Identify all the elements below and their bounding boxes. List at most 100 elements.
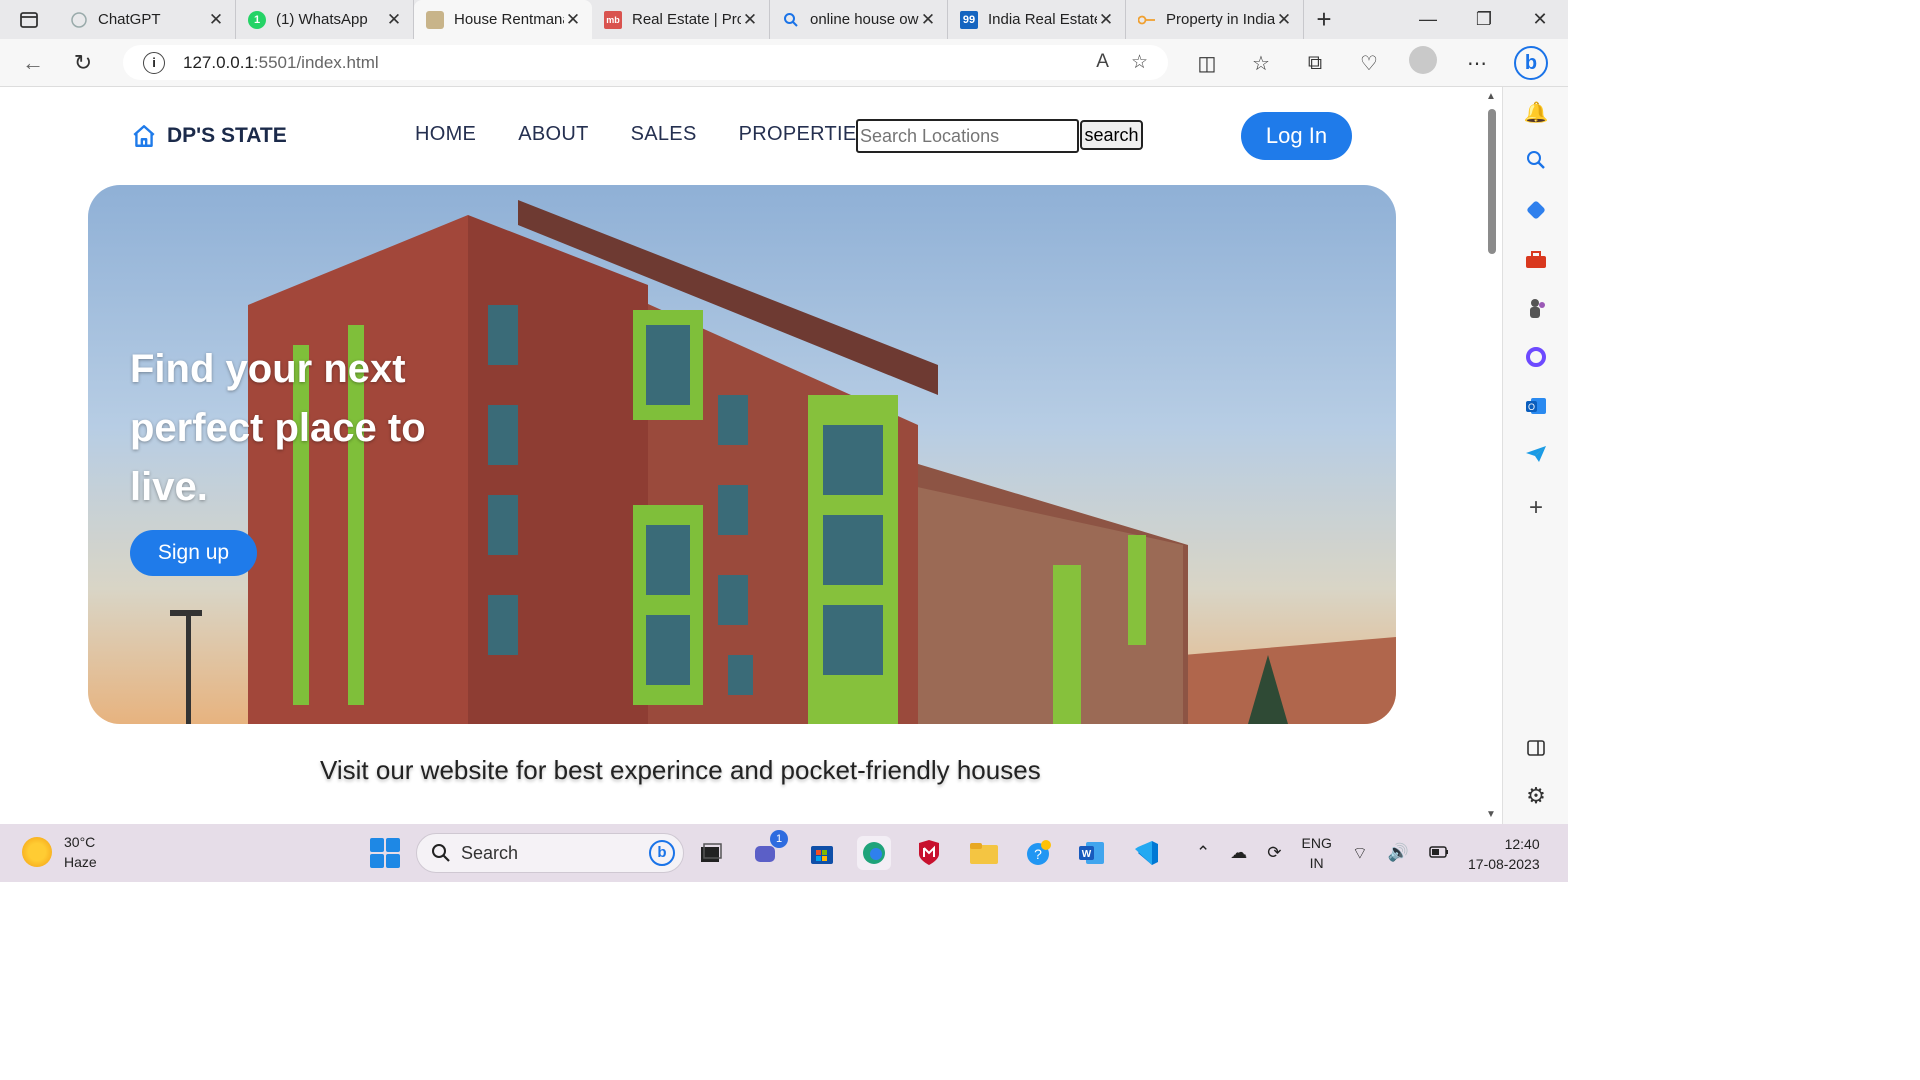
profile-avatar[interactable] — [1396, 46, 1450, 80]
date: 17-08-2023 — [1468, 856, 1540, 872]
task-view-icon[interactable] — [694, 836, 728, 870]
browser-essentials-icon[interactable]: ♡ — [1342, 51, 1396, 76]
whatsapp-icon: 1 — [248, 10, 266, 29]
url-host: 127.0.0.1 — [183, 52, 254, 72]
microsoft-store-icon[interactable] — [805, 836, 839, 870]
hero-banner: Find your next perfect place to live. Si… — [88, 185, 1396, 724]
page-scrollbar[interactable]: ▲ ▼ — [1483, 87, 1501, 824]
region-code: IN — [1309, 855, 1324, 871]
send-icon[interactable] — [1521, 439, 1551, 469]
chevron-up-icon[interactable]: ⌃ — [1196, 843, 1210, 863]
tab-title: ChatGPT — [98, 11, 161, 28]
mcafee-icon[interactable] — [912, 836, 946, 870]
help-icon[interactable]: ? — [1022, 836, 1056, 870]
svg-text:?: ? — [1034, 846, 1042, 862]
shopping-tag-icon[interactable] — [1521, 195, 1551, 225]
volume-icon[interactable]: 🔊 — [1388, 843, 1409, 863]
site-info-icon[interactable]: i — [143, 51, 165, 74]
split-screen-icon[interactable]: ◫ — [1180, 51, 1234, 76]
word-icon[interactable]: W — [1075, 836, 1109, 870]
nav-home[interactable]: HOME — [415, 123, 476, 146]
refresh-icon[interactable]: ↻ — [58, 50, 108, 76]
weather-widget[interactable]: 30°C Haze — [22, 832, 97, 872]
main-nav: HOME ABOUT SALES PROPERTIES — [415, 123, 870, 146]
magicbricks-icon: mb — [604, 10, 622, 29]
search-icon[interactable] — [1521, 145, 1551, 175]
more-menu-icon[interactable]: ⋯ — [1450, 51, 1504, 76]
favorite-star-icon[interactable]: ☆ — [1131, 51, 1148, 74]
close-icon[interactable]: ✕ — [919, 10, 937, 30]
bing-icon: b — [649, 840, 675, 866]
add-icon[interactable]: + — [1521, 493, 1551, 523]
home-icon — [133, 125, 155, 147]
minimize-icon[interactable]: — — [1400, 0, 1456, 39]
system-tray: ⌃ ☁ ⟳ ENG IN ⌔ 🔊 — [1196, 832, 1449, 874]
tab-search[interactable]: online house owner ✕ — [770, 0, 948, 39]
edge-browser-icon[interactable] — [857, 836, 891, 870]
login-button[interactable]: Log In — [1241, 112, 1352, 160]
site-logo[interactable]: DP'S STATE — [131, 123, 287, 149]
tagline-text: Visit our website for best experince and… — [320, 755, 1041, 785]
tab-chatgpt[interactable]: ChatGPT ✕ — [58, 0, 236, 39]
bing-copilot-icon[interactable]: b — [1504, 46, 1558, 80]
url-field[interactable]: i 127.0.0.1:5501/index.html A ☆ — [123, 45, 1168, 80]
nav-about[interactable]: ABOUT — [518, 123, 588, 146]
scroll-down-icon[interactable]: ▼ — [1486, 809, 1496, 820]
onedrive-icon[interactable]: ☁ — [1230, 843, 1247, 863]
clock[interactable]: 12:40 17-08-2023 — [1468, 834, 1540, 874]
sun-haze-icon — [22, 837, 52, 867]
tab-actions-icon[interactable] — [0, 0, 58, 39]
favorites-icon[interactable]: ☆ — [1234, 51, 1288, 76]
teams-chat-icon[interactable]: 1 — [750, 830, 788, 870]
collections-icon[interactable]: ⧉ — [1288, 52, 1342, 75]
microsoft365-icon[interactable] — [1521, 342, 1551, 372]
search-input[interactable] — [856, 119, 1079, 153]
web-page: DP'S STATE HOME ABOUT SALES PROPERTIES s… — [0, 87, 1483, 824]
tab-magicbricks[interactable]: mb Real Estate | Property ✕ — [592, 0, 770, 39]
close-window-icon[interactable]: ✕ — [1512, 0, 1568, 39]
search-label: Search — [461, 842, 519, 863]
restore-icon[interactable]: ❐ — [1456, 0, 1512, 39]
file-explorer-icon[interactable] — [967, 836, 1001, 870]
signup-button[interactable]: Sign up — [130, 530, 257, 576]
close-icon[interactable]: ✕ — [741, 10, 759, 30]
vscode-icon[interactable] — [1129, 836, 1163, 870]
close-icon[interactable]: ✕ — [207, 10, 225, 30]
read-aloud-icon[interactable]: A — [1096, 51, 1109, 74]
tab-99acres[interactable]: 99 India Real Estate ✕ — [948, 0, 1126, 39]
window-controls: — ❐ ✕ — [1400, 0, 1568, 39]
windows-start-icon[interactable] — [370, 838, 400, 868]
windows-taskbar: 30°C Haze Search b 1 ? W ⌃ ☁ ⟳ ENG IN ⌔ … — [0, 824, 1568, 882]
back-icon[interactable]: ← — [8, 50, 58, 76]
tab-whatsapp[interactable]: 1 (1) WhatsApp ✕ — [236, 0, 414, 39]
sidebar-toggle-icon[interactable] — [1521, 733, 1551, 763]
browser-tab-strip: ChatGPT ✕ 1 (1) WhatsApp ✕ House Rentman… — [0, 0, 1568, 39]
battery-icon[interactable] — [1429, 843, 1449, 863]
tab-property-india[interactable]: Property in India ✕ — [1126, 0, 1304, 39]
close-icon[interactable]: ✕ — [1275, 10, 1293, 30]
new-tab-button[interactable]: + — [1304, 0, 1344, 39]
language-code: ENG — [1301, 835, 1332, 851]
scroll-thumb[interactable] — [1488, 109, 1496, 254]
settings-gear-icon[interactable]: ⚙ — [1521, 781, 1551, 811]
outlook-icon[interactable]: O — [1521, 391, 1551, 421]
search-button[interactable]: search — [1080, 120, 1143, 150]
notification-bell-icon[interactable]: 🔔 — [1521, 97, 1551, 127]
tab-house-rent[interactable]: House Rentmanagement ✕ — [414, 0, 592, 39]
taskbar-search[interactable]: Search b — [416, 833, 684, 873]
sync-icon[interactable]: ⟳ — [1267, 843, 1281, 863]
99acres-icon: 99 — [960, 10, 978, 29]
tools-icon[interactable] — [1521, 245, 1551, 275]
nav-properties[interactable]: PROPERTIES — [739, 123, 871, 146]
scroll-up-icon[interactable]: ▲ — [1486, 91, 1496, 102]
games-icon[interactable] — [1521, 293, 1551, 323]
close-icon[interactable]: ✕ — [564, 10, 582, 30]
brand-name: DP'S STATE — [167, 124, 287, 147]
close-icon[interactable]: ✕ — [385, 10, 403, 30]
wifi-icon[interactable]: ⌔ — [1352, 843, 1368, 864]
nav-sales[interactable]: SALES — [631, 123, 697, 146]
chat-badge: 1 — [770, 830, 788, 848]
close-icon[interactable]: ✕ — [1097, 10, 1115, 30]
language-indicator[interactable]: ENG IN — [1302, 833, 1332, 873]
edge-sidebar: 🔔 O + ⚙ — [1502, 87, 1568, 824]
